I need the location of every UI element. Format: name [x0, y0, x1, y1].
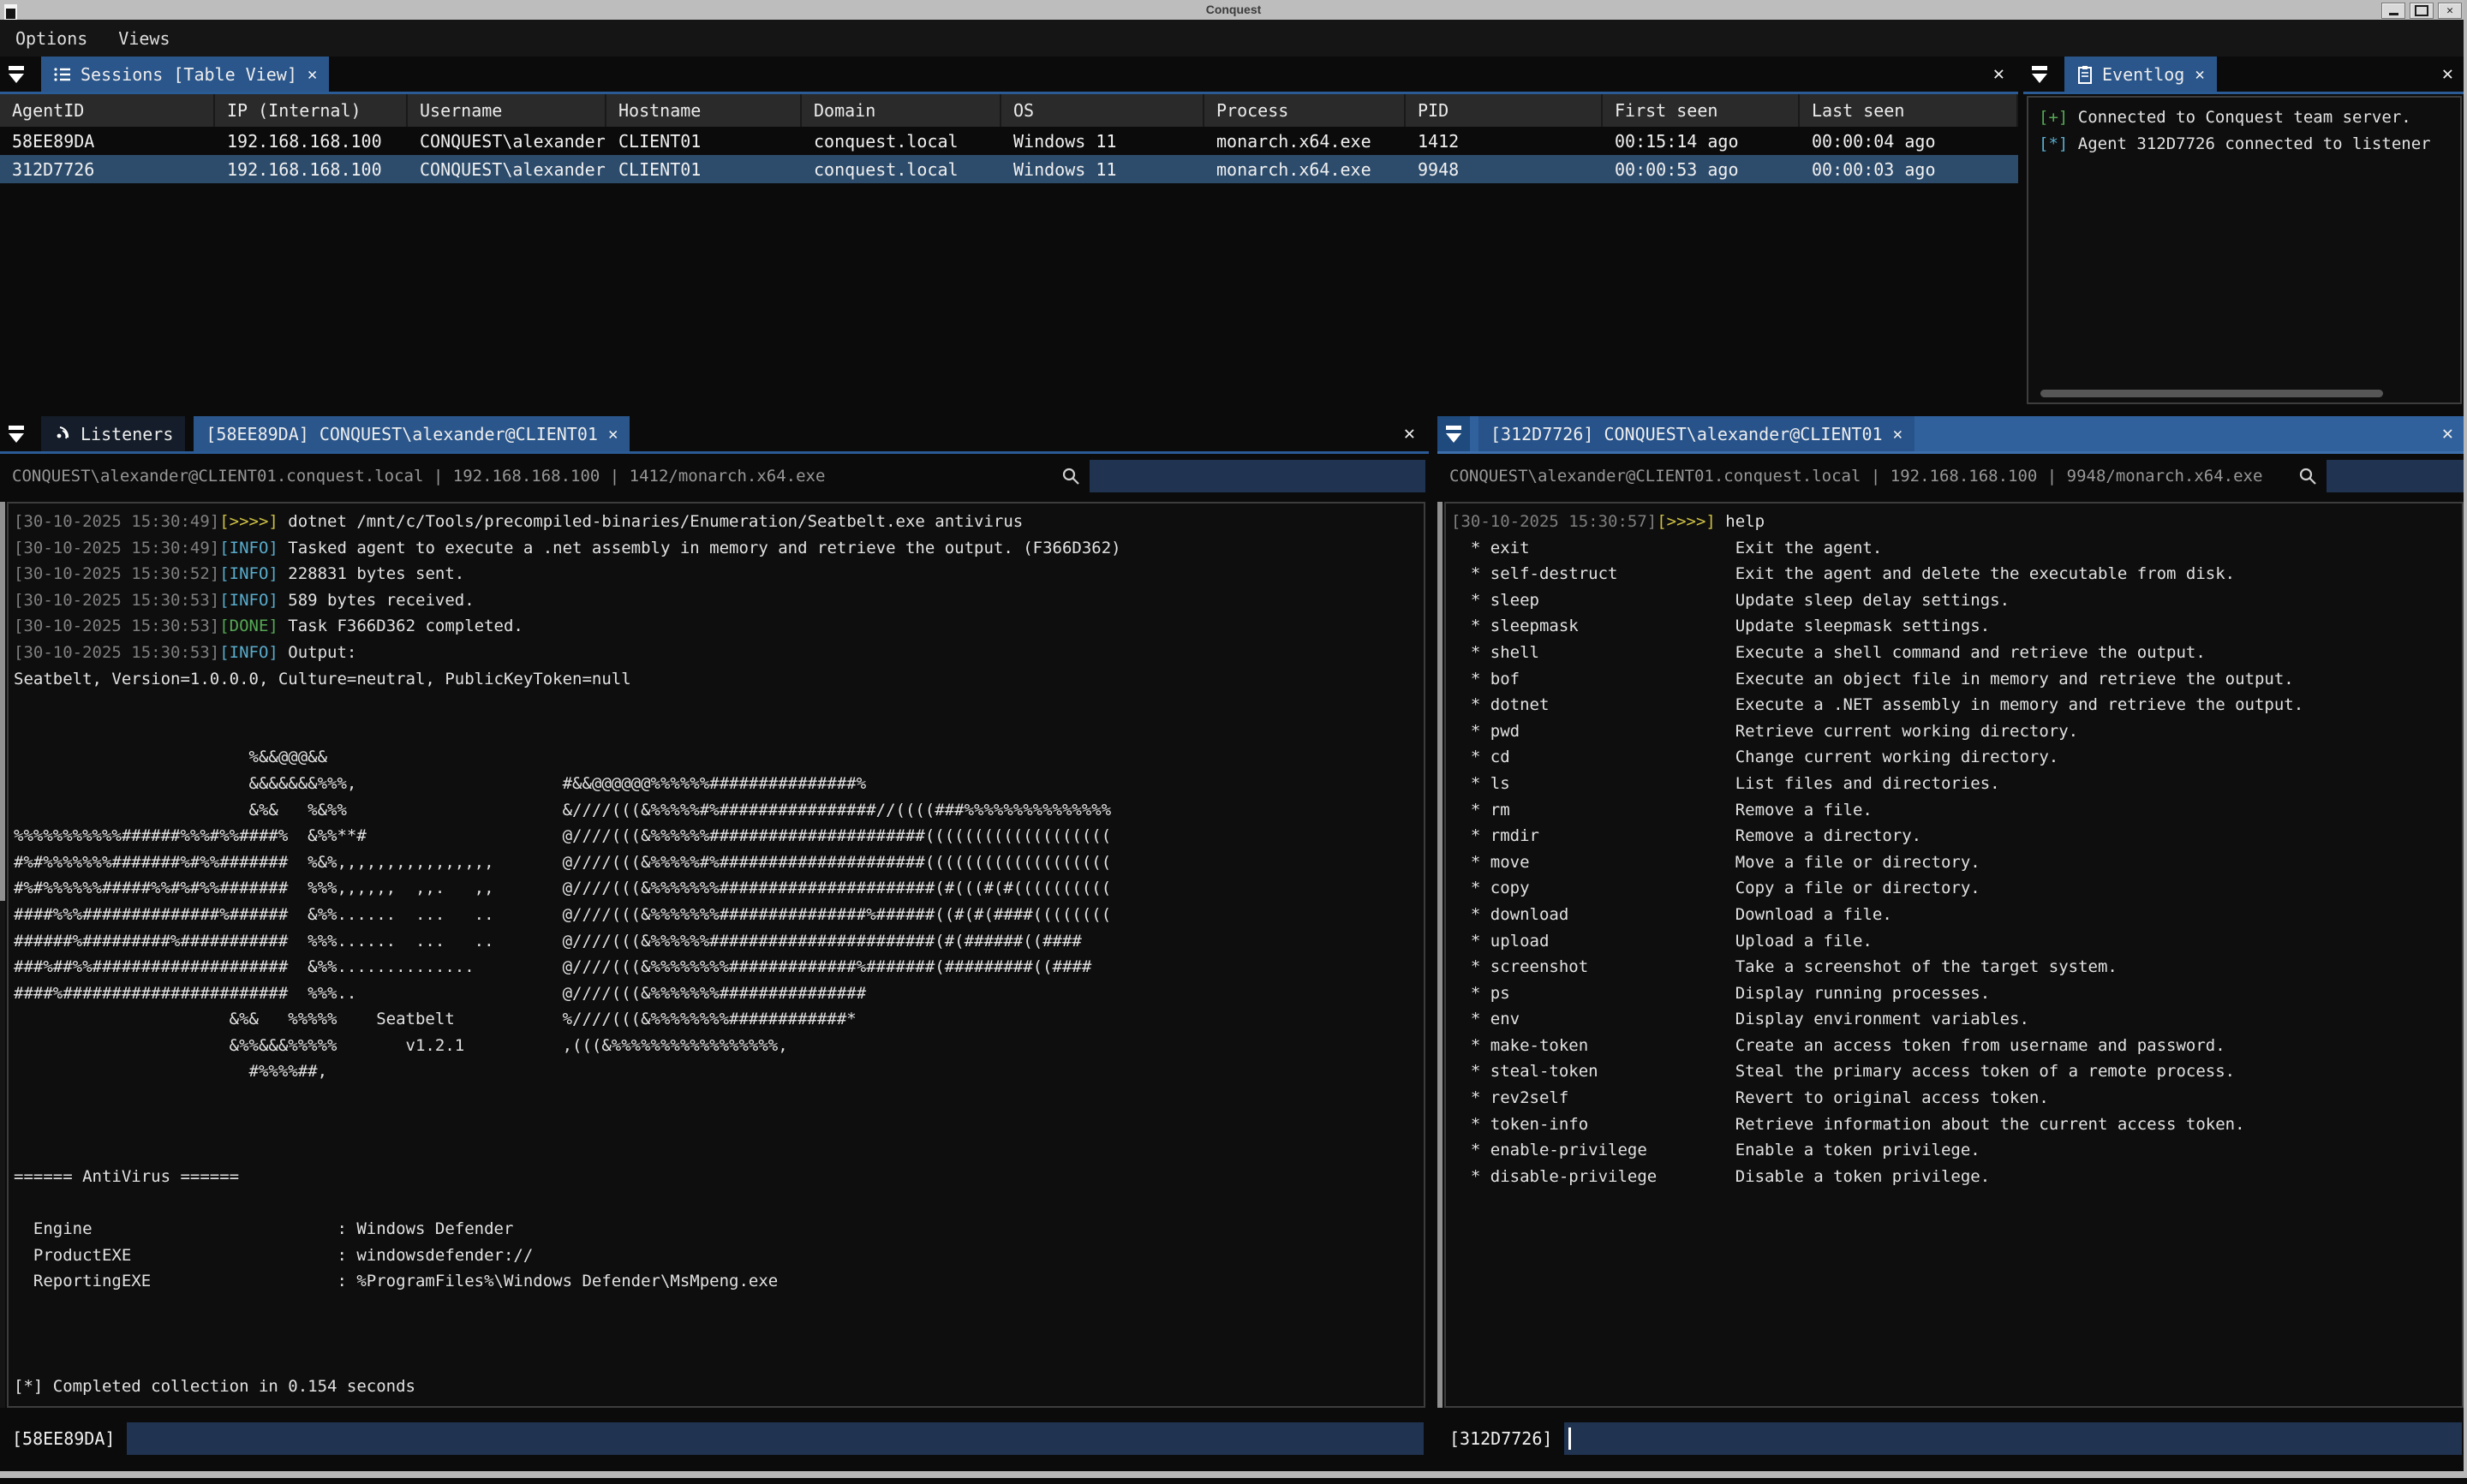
search-input[interactable] — [2327, 460, 2464, 492]
tab-label: Listeners — [81, 424, 173, 444]
tab-listeners[interactable]: Listeners — [41, 416, 185, 451]
scrollbar-thumb[interactable] — [1437, 502, 1443, 1408]
sessions-panel: Sessions [Table View] ✕ ✕ AgentIDIP (Int… — [0, 57, 2018, 411]
close-tab-icon[interactable]: ✕ — [2195, 65, 2204, 84]
scrollbar-thumb[interactable] — [0, 502, 5, 901]
maximize-icon — [2415, 5, 2428, 16]
minimize-icon — [2389, 13, 2398, 15]
search-icon — [1060, 466, 1081, 486]
prompt-label: [312D7726] — [1449, 1428, 1552, 1449]
right-console-panel: [312D7726] CONQUEST\alexander@CLIENT01 ✕… — [1437, 416, 2467, 1468]
left-console-statusbar: CONQUEST\alexander@CLIENT01.conquest.loc… — [0, 457, 1429, 495]
listener-icon — [53, 425, 72, 444]
search-input[interactable] — [1090, 460, 1425, 492]
list-icon — [53, 65, 72, 84]
tab-session-312D7726[interactable]: [312D7726] CONQUEST\alexander@CLIENT01 ✕ — [1478, 416, 1914, 451]
menubar: Options Views — [0, 20, 2467, 57]
tab-sessions-table-view[interactable]: Sessions [Table View] ✕ — [41, 57, 329, 92]
collapse-bar-icon — [2032, 66, 2047, 70]
eventlog-lines: [+] Connected to Conquest team server.[*… — [2039, 104, 2460, 157]
chevron-down-icon — [9, 433, 24, 443]
chevron-down-icon — [1446, 433, 1461, 443]
close-tab-icon[interactable]: ✕ — [308, 65, 317, 84]
tab-label: Sessions [Table View] — [81, 64, 297, 85]
search-icon — [2297, 466, 2318, 486]
collapse-bar-icon — [9, 66, 24, 70]
command-input[interactable] — [127, 1422, 1424, 1455]
eventlog-box: [+] Connected to Conquest team server.[*… — [2027, 96, 2462, 404]
tab-label: [58EE89DA] CONQUEST\alexander@CLIENT01 — [206, 424, 598, 444]
collapse-bar-icon — [9, 426, 24, 430]
table-row[interactable]: 58EE89DA192.168.168.100CONQUEST\alexande… — [0, 127, 2018, 155]
chevron-down-icon — [9, 74, 24, 83]
close-tab-icon[interactable]: ✕ — [1893, 425, 1903, 444]
left-console-header: Listeners [58EE89DA] CONQUEST\alexander@… — [0, 416, 1429, 454]
left-console-log: [30-10-2025 15:30:49][>>>>] dotnet /mnt/… — [14, 509, 1424, 666]
menu-item-options[interactable]: Options — [15, 28, 87, 49]
close-icon: ✕ — [2446, 4, 2453, 17]
right-console-log: [30-10-2025 15:30:57][>>>>] help — [1451, 509, 2462, 535]
panel-dropdown-button[interactable] — [0, 416, 33, 451]
prompt-label: [58EE89DA] — [12, 1428, 115, 1449]
agent-context: CONQUEST\alexander@CLIENT01.conquest.loc… — [12, 467, 825, 486]
window-frame-bottom — [0, 1471, 2467, 1478]
maximize-button[interactable] — [2410, 3, 2434, 19]
tab-label: [312D7726] CONQUEST\alexander@CLIENT01 — [1490, 424, 1883, 444]
left-console-promptbar: [58EE89DA] — [0, 1421, 1429, 1456]
window-title: Conquest — [0, 0, 2467, 20]
right-console-promptbar: [312D7726] — [1437, 1421, 2467, 1456]
clipboard-icon — [2076, 65, 2094, 84]
tab-eventlog[interactable]: Eventlog ✕ — [2064, 57, 2217, 92]
agent-context: CONQUEST\alexander@CLIENT01.conquest.loc… — [1449, 467, 2262, 486]
left-console-panel: Listeners [58EE89DA] CONQUEST\alexander@… — [0, 416, 1429, 1468]
close-panel-icon[interactable]: ✕ — [2442, 63, 2453, 85]
text-cursor — [1568, 1427, 1571, 1450]
close-panel-icon[interactable]: ✕ — [2442, 423, 2453, 444]
close-panel-icon[interactable]: ✕ — [1404, 423, 1415, 444]
close-panel-icon[interactable]: ✕ — [1993, 63, 2004, 85]
right-console-header: [312D7726] CONQUEST\alexander@CLIENT01 ✕… — [1437, 416, 2467, 454]
sessions-rows: 58EE89DA192.168.168.100CONQUEST\alexande… — [0, 127, 2018, 183]
panel-dropdown-button[interactable] — [2023, 57, 2056, 92]
command-input[interactable] — [1564, 1422, 2462, 1455]
panel-dropdown-button[interactable] — [1437, 416, 1470, 451]
panel-dropdown-button[interactable] — [0, 57, 33, 92]
menu-item-views[interactable]: Views — [118, 28, 170, 49]
tab-session-58EE89DA[interactable]: [58EE89DA] CONQUEST\alexander@CLIENT01 ✕ — [194, 416, 630, 451]
left-console-output: Seatbelt, Version=1.0.0.0, Culture=neutr… — [14, 666, 1424, 1400]
right-console-scrollbar[interactable] — [1437, 502, 1443, 1408]
eventlog-panel: Eventlog ✕ ✕ [+] Connected to Conquest t… — [2023, 57, 2467, 411]
close-window-button[interactable]: ✕ — [2438, 3, 2462, 19]
sessions-header-row: AgentIDIP (Internal)UsernameHostnameDoma… — [0, 94, 2018, 127]
tab-label: Eventlog — [2102, 64, 2184, 85]
titlebar: Conquest ✕ — [0, 0, 2467, 21]
eventlog-panel-header: Eventlog ✕ ✕ — [2023, 57, 2467, 94]
right-console-terminal: [30-10-2025 15:30:57][>>>>] help * exit … — [1444, 502, 2464, 1408]
collapse-bar-icon — [1446, 426, 1461, 430]
sessions-panel-header: Sessions [Table View] ✕ ✕ — [0, 57, 2018, 94]
window-frame-right — [2464, 0, 2467, 1478]
minimize-button[interactable] — [2381, 3, 2405, 19]
left-console-terminal: [30-10-2025 15:30:49][>>>>] dotnet /mnt/… — [7, 502, 1425, 1408]
table-row[interactable]: 312D7726192.168.168.100CONQUEST\alexande… — [0, 155, 2018, 183]
eventlog-horizontal-scrollbar[interactable] — [2040, 390, 2383, 397]
right-console-statusbar: CONQUEST\alexander@CLIENT01.conquest.loc… — [1437, 457, 2467, 495]
close-tab-icon[interactable]: ✕ — [608, 425, 618, 444]
chevron-down-icon — [2032, 74, 2047, 83]
help-output: * exit Exit the agent. * self-destruct E… — [1451, 535, 2462, 1190]
left-console-scrollbar[interactable] — [0, 502, 5, 1408]
